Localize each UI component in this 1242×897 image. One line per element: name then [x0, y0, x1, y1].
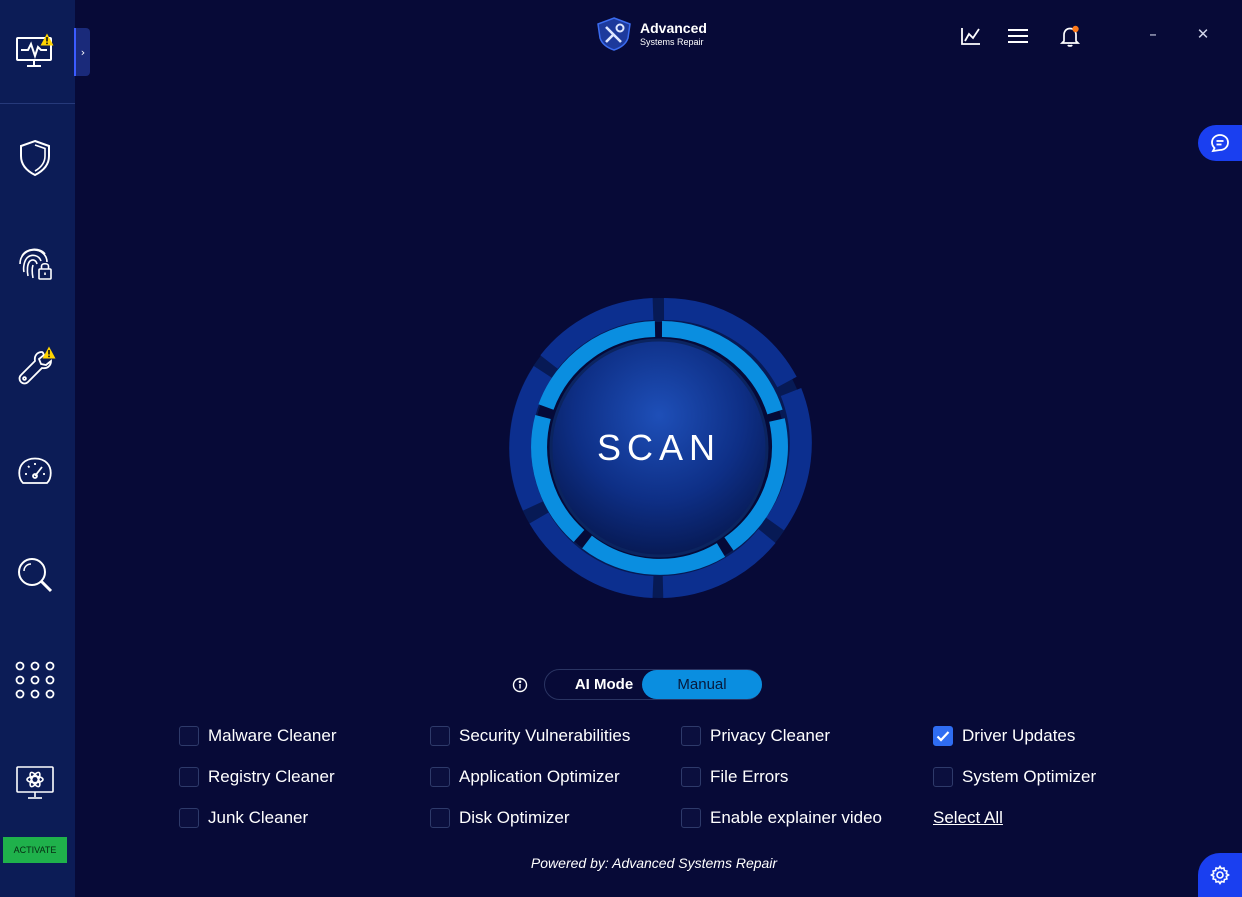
option-registry-cleaner[interactable]: Registry Cleaner	[179, 767, 335, 787]
statistics-button[interactable]	[957, 22, 985, 50]
checkbox[interactable]	[681, 808, 701, 828]
sidebar-item-dashboard[interactable]	[10, 27, 60, 77]
option-malware-cleaner[interactable]: Malware Cleaner	[179, 726, 337, 746]
option-label: Junk Cleaner	[208, 808, 309, 827]
option-file-errors[interactable]: File Errors	[681, 767, 788, 787]
option-label: Security Vulnerabilities	[459, 726, 631, 745]
sidebar: ACTIVATE	[0, 0, 75, 897]
checkbox[interactable]	[430, 808, 450, 828]
checkmark-icon	[936, 731, 950, 742]
chat-icon	[1211, 134, 1229, 153]
powered-by-text: Powered by: Advanced Systems Repair	[530, 855, 778, 871]
sidebar-expand-button[interactable]: ›	[74, 28, 90, 76]
sidebar-item-search[interactable]	[10, 550, 60, 600]
option-security-vulnerabilities[interactable]: Security Vulnerabilities	[430, 726, 630, 746]
option-junk-cleaner[interactable]: Junk Cleaner	[179, 808, 308, 828]
fingerprint-lock-icon	[19, 248, 52, 280]
option-disk-optimizer[interactable]: Disk Optimizer	[430, 808, 570, 828]
option-application-optimizer[interactable]: Application Optimizer	[430, 767, 620, 787]
scan-button-container: SCAN	[503, 292, 815, 604]
option-label: Registry Cleaner	[208, 767, 335, 786]
option-label: Enable explainer video	[710, 808, 883, 827]
checkbox[interactable]	[933, 767, 953, 787]
option-label: System Optimizer	[962, 767, 1097, 786]
option-label: Privacy Cleaner	[710, 726, 830, 745]
notifications-button[interactable]	[1056, 22, 1084, 50]
apps-grid-icon	[15, 661, 55, 699]
warning-icon	[40, 33, 54, 46]
option-driver-updates[interactable]: Driver Updates	[933, 726, 1075, 746]
mode-toggle: AI Mode Manual	[544, 669, 762, 700]
minimize-button[interactable]: –	[1141, 22, 1165, 46]
select-all-link[interactable]: Select All	[933, 808, 1003, 828]
option-label: Malware Cleaner	[208, 726, 337, 745]
checkbox-checked[interactable]	[933, 726, 953, 746]
chat-support-button[interactable]	[1198, 125, 1242, 161]
magnifier-icon	[18, 558, 53, 593]
option-label: Application Optimizer	[459, 767, 620, 786]
option-label: Disk Optimizer	[459, 808, 570, 827]
checkbox[interactable]	[430, 767, 450, 787]
sidebar-item-privacy[interactable]	[10, 238, 60, 288]
option-enable-explainer-video[interactable]: Enable explainer video	[681, 808, 882, 828]
chart-icon	[961, 28, 980, 45]
gear-icon	[1210, 865, 1230, 885]
info-icon[interactable]	[512, 677, 528, 693]
bell-icon	[1059, 25, 1081, 47]
checkbox[interactable]	[681, 767, 701, 787]
brand-line-1: Advanced	[640, 20, 707, 36]
brand-line-2: Systems Repair	[640, 37, 704, 47]
sidebar-item-more-tools[interactable]	[10, 655, 60, 705]
brand-name: Advanced Systems Repair	[640, 21, 707, 47]
monitor-atom-icon	[16, 766, 54, 799]
scan-button[interactable]: SCAN	[503, 292, 815, 604]
sidebar-item-system-info[interactable]	[10, 758, 60, 808]
close-button[interactable]: ✕	[1191, 22, 1215, 46]
menu-icon	[1008, 29, 1028, 43]
sidebar-divider	[0, 103, 75, 104]
repair-shield-logo-icon	[597, 17, 631, 51]
manual-mode-option[interactable]: Manual	[642, 670, 762, 699]
option-label: File Errors	[710, 767, 789, 786]
checkbox[interactable]	[179, 726, 199, 746]
checkbox[interactable]	[179, 808, 199, 828]
checkbox[interactable]	[681, 726, 701, 746]
sidebar-item-speed[interactable]	[10, 447, 60, 497]
checkbox[interactable]	[430, 726, 450, 746]
option-privacy-cleaner[interactable]: Privacy Cleaner	[681, 726, 830, 746]
sidebar-item-protection[interactable]	[10, 133, 60, 183]
option-label: Driver Updates	[962, 726, 1076, 745]
speedometer-icon	[18, 457, 52, 484]
menu-button[interactable]	[1004, 22, 1032, 50]
checkbox[interactable]	[179, 767, 199, 787]
option-system-optimizer[interactable]: System Optimizer	[933, 767, 1096, 787]
settings-button[interactable]	[1198, 853, 1242, 897]
app-logo: Advanced Systems Repair	[594, 16, 707, 52]
warning-icon	[42, 346, 56, 359]
shield-icon	[20, 139, 50, 177]
sidebar-item-repair[interactable]	[10, 342, 60, 392]
